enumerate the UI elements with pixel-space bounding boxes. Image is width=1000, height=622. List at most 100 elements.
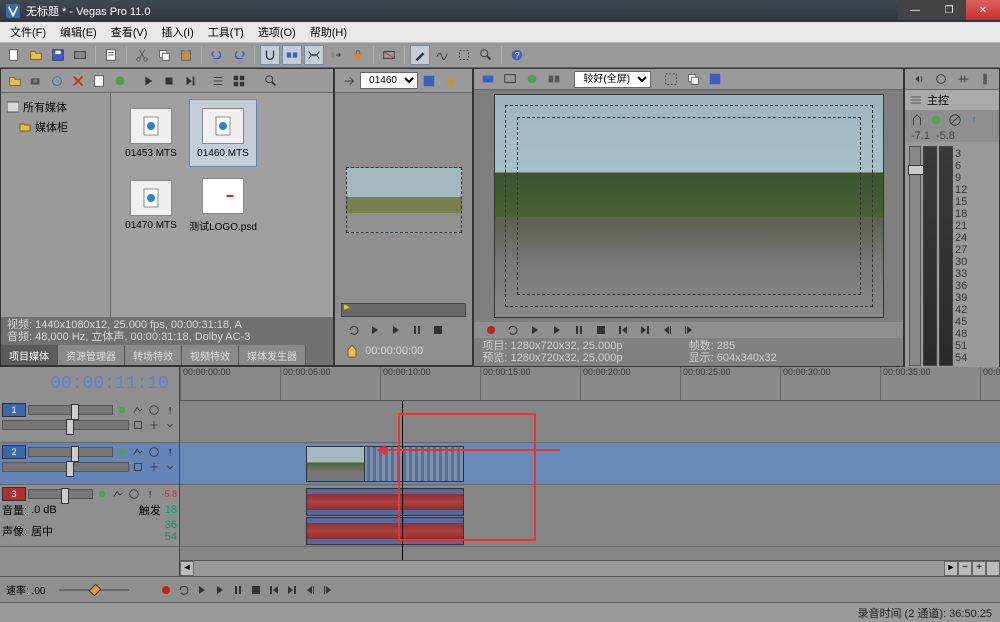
autocrossfade-button[interactable] bbox=[304, 45, 324, 65]
timeline-scrollbar[interactable]: ◄ ► − + bbox=[180, 560, 1000, 576]
pan-value[interactable]: 居中 bbox=[31, 523, 53, 539]
zoom-button[interactable] bbox=[476, 45, 496, 65]
video-clip[interactable] bbox=[306, 446, 464, 482]
copy-button[interactable] bbox=[154, 45, 174, 65]
pv-record-button[interactable] bbox=[482, 322, 500, 338]
tab-media-generators[interactable]: 媒体发生器 bbox=[239, 345, 306, 365]
tree-all-media[interactable]: 所有媒体 bbox=[5, 97, 106, 117]
track-fx-button[interactable] bbox=[115, 445, 129, 459]
pv-copy-button[interactable] bbox=[683, 69, 703, 89]
tl-pause-button[interactable] bbox=[229, 582, 247, 598]
trim-stop-button[interactable] bbox=[429, 322, 447, 338]
mixer-fx-button[interactable] bbox=[953, 69, 973, 89]
track-comp-slider[interactable] bbox=[2, 462, 129, 472]
pv-project-props-button[interactable] bbox=[478, 69, 498, 89]
file-grid[interactable]: 01453.MTS 01460.MTS 01470.MTS ▬测试LOGO.ps… bbox=[111, 93, 333, 317]
undo-button[interactable] bbox=[207, 45, 227, 65]
track-header-audio[interactable]: 3 ! -5.8 音量:.0 dB触发 18 声像:居中 3654 bbox=[0, 485, 179, 547]
trim-preview[interactable] bbox=[346, 167, 462, 233]
pv-external-button[interactable] bbox=[500, 69, 520, 89]
media-tree[interactable]: 所有媒体 媒体柜 bbox=[1, 93, 111, 317]
track-mute-button[interactable] bbox=[127, 487, 141, 501]
normal-edit-button[interactable] bbox=[410, 45, 430, 65]
track-mute-button[interactable] bbox=[147, 445, 161, 459]
pv-fx-button[interactable] bbox=[522, 69, 542, 89]
preview-video[interactable] bbox=[494, 94, 884, 318]
tl-play-button[interactable] bbox=[211, 582, 229, 598]
track-lane-audio[interactable] bbox=[180, 485, 1000, 547]
pv-goend-button[interactable] bbox=[636, 322, 654, 338]
autosnap-button[interactable] bbox=[282, 45, 302, 65]
pv-split-button[interactable] bbox=[544, 69, 564, 89]
track-number[interactable]: 2 bbox=[2, 445, 26, 459]
track-comp-button[interactable] bbox=[147, 418, 161, 432]
menu-help[interactable]: 帮助(H) bbox=[304, 22, 353, 42]
track-automation-button[interactable] bbox=[131, 445, 145, 459]
pv-playstart-button[interactable] bbox=[526, 322, 544, 338]
menu-tools[interactable]: 工具(T) bbox=[202, 22, 250, 42]
track-header-video1[interactable]: 1 ! bbox=[0, 401, 179, 443]
tl-playstart-button[interactable] bbox=[193, 582, 211, 598]
trim-fx-button[interactable] bbox=[440, 71, 460, 91]
trim-loop-button[interactable] bbox=[345, 322, 363, 338]
pv-pause-button[interactable] bbox=[570, 322, 588, 338]
menu-file[interactable]: 文件(F) bbox=[4, 22, 52, 42]
master-insert-button[interactable] bbox=[909, 112, 925, 128]
trim-history-button[interactable] bbox=[339, 71, 359, 91]
track-lane-video1[interactable] bbox=[180, 401, 1000, 443]
tl-loop-button[interactable] bbox=[175, 582, 193, 598]
media-autoplay-button[interactable] bbox=[180, 71, 200, 91]
track-more-button[interactable] bbox=[163, 460, 177, 474]
menu-options[interactable]: 选项(O) bbox=[252, 22, 302, 42]
timeline-track-area[interactable] bbox=[180, 401, 1000, 560]
minimize-button[interactable]: — bbox=[898, 0, 932, 20]
envelope-edit-button[interactable] bbox=[432, 45, 452, 65]
mixer-dim-button[interactable] bbox=[931, 69, 951, 89]
pv-prev-frame-button[interactable] bbox=[658, 322, 676, 338]
tab-video-fx[interactable]: 视频特效 bbox=[182, 345, 239, 365]
get-media-button[interactable] bbox=[47, 71, 67, 91]
track-level-slider[interactable] bbox=[28, 447, 113, 457]
trim-play-button[interactable] bbox=[366, 322, 384, 338]
search-button[interactable] bbox=[261, 71, 281, 91]
audio-clip[interactable] bbox=[306, 517, 464, 545]
file-item[interactable]: 01470.MTS bbox=[117, 171, 185, 239]
master-fader[interactable] bbox=[909, 146, 921, 366]
menu-insert[interactable]: 插入(I) bbox=[155, 22, 199, 42]
file-item[interactable]: 01453.MTS bbox=[117, 99, 185, 167]
menu-view[interactable]: 查看(V) bbox=[105, 22, 154, 42]
properties-button[interactable] bbox=[101, 45, 121, 65]
tree-media-bin[interactable]: 媒体柜 bbox=[5, 117, 106, 137]
timeline-ruler[interactable]: -3:06 00:00:00:0000:00:05:0000:00:10:000… bbox=[180, 367, 1000, 401]
render-button[interactable] bbox=[70, 45, 90, 65]
track-automation-button[interactable] bbox=[111, 487, 125, 501]
ignore-events-button[interactable] bbox=[379, 45, 399, 65]
trim-timeline[interactable]: ▸ bbox=[341, 303, 466, 317]
trim-play2-button[interactable] bbox=[387, 322, 405, 338]
track-solo-button[interactable]: ! bbox=[163, 403, 177, 417]
tab-transitions[interactable]: 转场特效 bbox=[125, 345, 182, 365]
tl-record-button[interactable] bbox=[157, 582, 175, 598]
view-list-button[interactable] bbox=[208, 71, 228, 91]
master-mute-button[interactable] bbox=[947, 112, 963, 128]
track-solo-button[interactable]: ! bbox=[163, 445, 177, 459]
trigger-label[interactable]: 触发 bbox=[139, 502, 161, 518]
track-fx-button[interactable] bbox=[95, 487, 109, 501]
timeline-timecode[interactable]: 00:00:11:10 bbox=[50, 374, 169, 394]
track-header-video2[interactable]: 2 ! bbox=[0, 443, 179, 485]
track-more-button[interactable] bbox=[163, 418, 177, 432]
file-item[interactable]: 01460.MTS bbox=[189, 99, 257, 167]
pv-play-button[interactable] bbox=[548, 322, 566, 338]
snap-button[interactable] bbox=[260, 45, 280, 65]
audio-clip[interactable] bbox=[306, 488, 464, 516]
media-props-button[interactable] bbox=[89, 71, 109, 91]
tab-explorer[interactable]: 资源管理器 bbox=[58, 345, 125, 365]
track-automation-button[interactable] bbox=[131, 403, 145, 417]
track-solo-button[interactable]: ! bbox=[143, 487, 157, 501]
mixer-props-button[interactable] bbox=[975, 69, 995, 89]
track-comp-button[interactable] bbox=[147, 460, 161, 474]
tl-stop-button[interactable] bbox=[247, 582, 265, 598]
track-fx-button[interactable] bbox=[115, 403, 129, 417]
tab-project-media[interactable]: 项目媒体 bbox=[1, 345, 58, 365]
save-button[interactable] bbox=[48, 45, 68, 65]
